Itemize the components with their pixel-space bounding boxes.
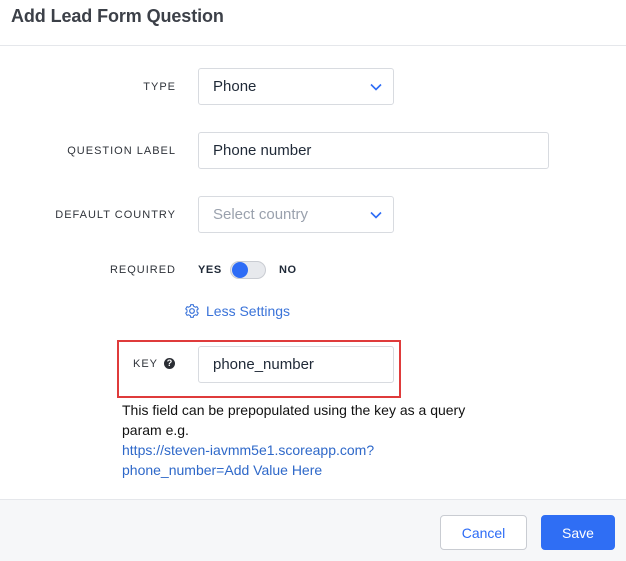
- example-link[interactable]: https://steven-iavmm5e1.scoreapp.com? ph…: [122, 440, 502, 480]
- key-value: phone_number: [213, 356, 314, 373]
- default-country-label: DEFAULT COUNTRY: [55, 209, 176, 221]
- less-settings-link[interactable]: Less Settings: [184, 303, 290, 319]
- required-no-label: NO: [279, 264, 297, 276]
- key-help-text: This field can be prepopulated using the…: [122, 400, 502, 480]
- header-divider: [0, 45, 626, 46]
- default-country-select[interactable]: Select country: [198, 196, 394, 233]
- help-text: This field can be prepopulated using the…: [122, 402, 466, 438]
- default-country-placeholder: Select country: [213, 206, 309, 223]
- toggle-knob: [232, 262, 248, 278]
- chevron-down-icon: [370, 211, 382, 219]
- cancel-button[interactable]: Cancel: [440, 515, 527, 550]
- save-button[interactable]: Save: [541, 515, 615, 550]
- question-label-value: Phone number: [213, 142, 312, 159]
- help-icon[interactable]: ?: [164, 358, 175, 369]
- chevron-down-icon: [370, 83, 382, 91]
- key-label: KEY: [133, 358, 159, 370]
- required-toggle[interactable]: [230, 261, 266, 279]
- type-label: TYPE: [143, 81, 176, 93]
- example-link-line1: https://steven-iavmm5e1.scoreapp.com?: [122, 442, 375, 458]
- key-input[interactable]: phone_number: [198, 346, 394, 383]
- required-label: REQUIRED: [109, 264, 176, 276]
- question-label-input[interactable]: Phone number: [198, 132, 549, 169]
- type-select[interactable]: Phone: [198, 68, 394, 105]
- type-select-value: Phone: [213, 78, 257, 95]
- question-label-label: QUESTION LABEL: [67, 145, 176, 157]
- less-settings-label: Less Settings: [206, 303, 291, 319]
- example-link-line2: phone_number=Add Value Here: [122, 462, 323, 478]
- required-yes-label: YES: [198, 264, 222, 276]
- gear-icon: [185, 304, 199, 318]
- dialog-footer: [0, 499, 626, 561]
- dialog-title: Add Lead Form Question: [11, 6, 224, 26]
